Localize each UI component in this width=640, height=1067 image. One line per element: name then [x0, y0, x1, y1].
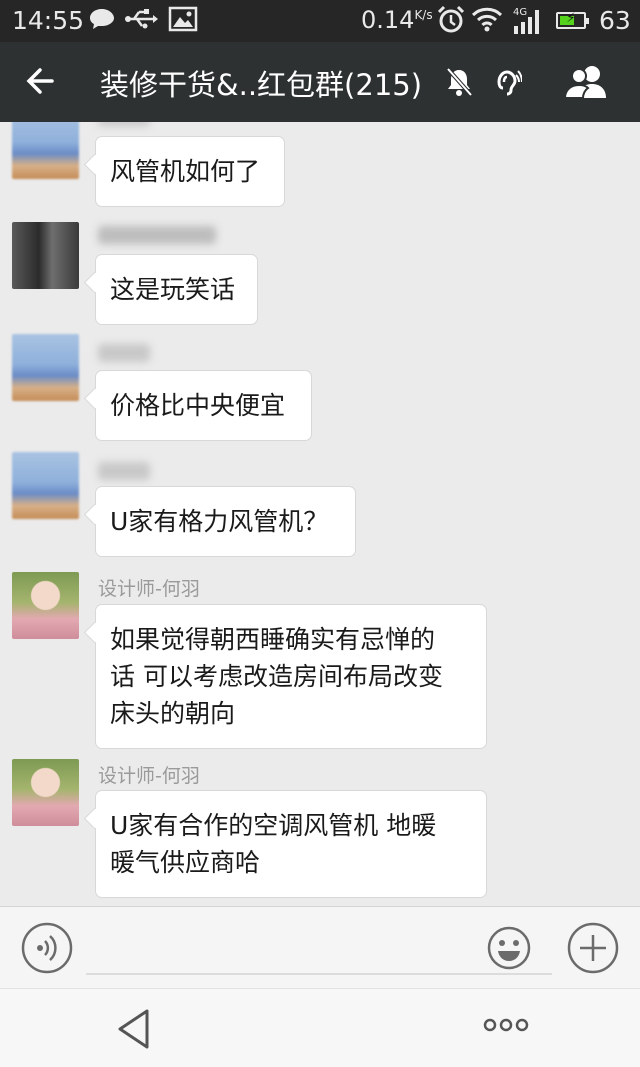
message-bubble[interactable]: U家有格力风管机？ — [95, 486, 356, 557]
mute-icon[interactable] — [444, 66, 474, 102]
message-bubble[interactable]: U家有合作的空调风管机 地暖 暖气供应商哈 — [95, 790, 487, 898]
message-text: 这是玩笑话 — [110, 275, 236, 304]
chat-title: 装修干货&..红包群(215) — [100, 68, 423, 102]
chat-screen: 14:55 0.14K/s 4G ⚡ 63 装修干货&..红包群(215) 风管… — [0, 0, 640, 1067]
message-text: U家有格力风管机？ — [110, 507, 329, 536]
sender-name: 设计师-何羽 — [98, 578, 200, 600]
sender-name — [98, 226, 216, 244]
group-members-icon[interactable] — [563, 64, 611, 104]
voice-icon[interactable] — [20, 921, 74, 979]
message-list[interactable]: 风管机如何了 这是玩笑话 价格比中央便宜 U家有格力风管机？ 设计师-何羽 如果… — [0, 122, 640, 906]
sender-name — [98, 462, 150, 480]
usb-icon — [124, 4, 158, 40]
battery-percent: 63 — [599, 6, 631, 35]
earpiece-icon[interactable] — [494, 66, 523, 102]
message-bubble[interactable]: 价格比中央便宜 — [95, 370, 312, 441]
message-text-line: 暖气供应商哈 — [110, 848, 261, 877]
message-text: 风管机如何了 — [110, 157, 261, 186]
status-time: 14:55 — [12, 6, 85, 35]
message-text-line: 床头的朝向 — [110, 699, 236, 728]
avatar[interactable] — [12, 334, 79, 401]
system-nav-bar — [0, 988, 640, 1067]
message-icon — [88, 4, 116, 40]
message-bubble[interactable]: 如果觉得朝西睡确实有忌惮的 话 可以考虑改造房间布局改变 床头的朝向 — [95, 604, 487, 749]
image-icon — [168, 4, 198, 40]
avatar[interactable] — [12, 122, 79, 179]
message-text: 价格比中央便宜 — [110, 391, 286, 420]
nav-back-icon[interactable] — [116, 1007, 154, 1055]
battery-icon: ⚡ — [556, 11, 589, 29]
message-text-line: 如果觉得朝西睡确实有忌惮的 — [110, 625, 436, 654]
message-text-line: 话 可以考虑改造房间布局改变 — [110, 662, 443, 691]
title-bar: 装修干货&..红包群(215) — [0, 42, 640, 122]
emoji-icon[interactable] — [486, 925, 532, 975]
avatar[interactable] — [12, 452, 79, 519]
message-bubble[interactable]: 风管机如何了 — [95, 136, 285, 207]
charging-bolt-icon: ⚡ — [566, 11, 576, 26]
sender-name — [98, 122, 150, 126]
svg-text:4G: 4G — [513, 7, 527, 18]
status-bar: 14:55 0.14K/s 4G ⚡ 63 — [0, 0, 640, 42]
back-arrow-icon[interactable] — [22, 62, 60, 104]
alarm-icon — [436, 4, 466, 42]
sender-name: 设计师-何羽 — [98, 765, 200, 787]
sender-name — [98, 344, 150, 362]
avatar[interactable] — [12, 572, 79, 639]
input-bar — [0, 906, 640, 988]
message-input[interactable] — [86, 927, 552, 975]
message-bubble[interactable]: 这是玩笑话 — [95, 254, 258, 325]
signal-icon: 4G — [510, 4, 546, 44]
avatar[interactable] — [12, 759, 79, 826]
avatar[interactable] — [12, 222, 79, 289]
more-icon[interactable] — [482, 1015, 530, 1039]
plus-icon[interactable] — [566, 921, 620, 979]
message-text-line: U家有合作的空调风管机 地暖 — [110, 811, 437, 840]
net-speed: 0.14K/s — [361, 6, 433, 34]
wifi-icon — [471, 4, 503, 40]
